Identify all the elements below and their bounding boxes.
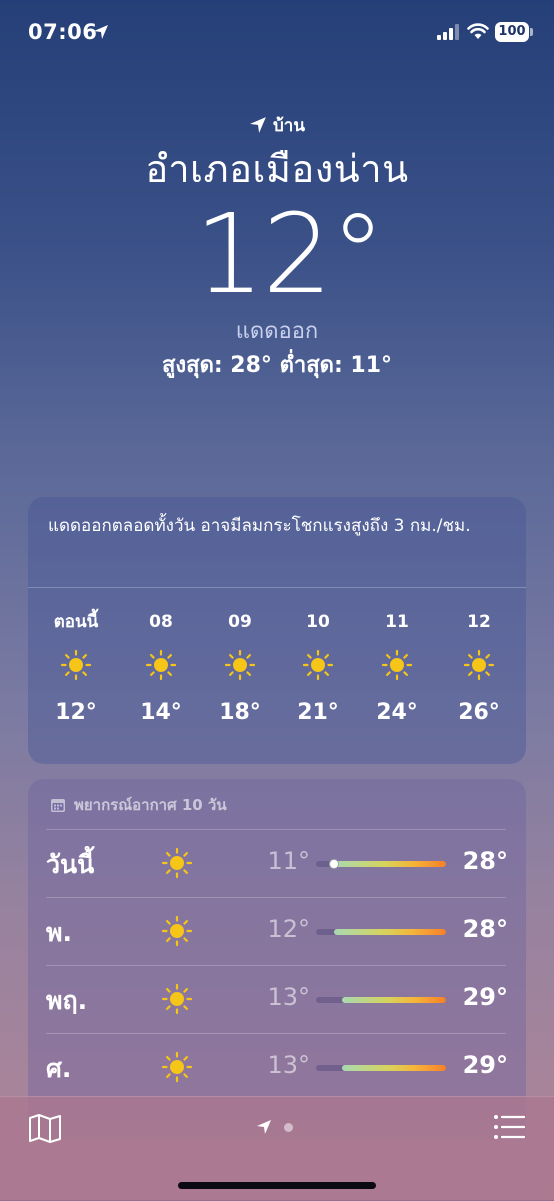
current-temperature: 12° (194, 190, 386, 318)
divider (46, 965, 506, 966)
hour-temperature: 21° (297, 700, 339, 725)
daily-forecast-card[interactable]: พยากรณ์อากาศ 10 วัน วันนี้ 11° 28° พ. 12… (28, 779, 526, 1139)
sun-icon (463, 649, 495, 681)
day-high-temperature: 29° (462, 983, 508, 1011)
daily-forecast-title: พยากรณ์อากาศ 10 วัน (74, 796, 227, 814)
page-indicator[interactable] (256, 1119, 293, 1135)
map-icon[interactable] (28, 1113, 62, 1143)
hourly-forecast-card[interactable]: แดดออกตลอดทั้งวัน อาจมีลมกระโชกแรงสูงถึง… (28, 497, 526, 764)
temperature-range-fill (334, 929, 446, 935)
battery-indicator: 100 (495, 22, 535, 42)
home-location-row: บ้าน (0, 110, 554, 140)
divider (28, 587, 526, 588)
temperature-range-bar (316, 1065, 446, 1071)
location-header: บ้าน อำเภอเมืองน่าน 12° แดดออก สูงสุด: 2… (0, 110, 554, 382)
sun-icon (161, 983, 193, 1015)
hour-temperature: 14° (140, 700, 182, 725)
temperature-range-bar (316, 997, 446, 1003)
hourly-item: 12 26° (444, 607, 514, 731)
status-time: 07:06 (28, 20, 98, 44)
daily-row[interactable]: พ. 12° 28° (28, 897, 526, 965)
sun-icon (224, 649, 256, 681)
hour-temperature: 12° (55, 700, 97, 725)
hour-label: 12 (467, 612, 491, 632)
day-high-temperature: 29° (462, 1051, 508, 1079)
city-name: อำเภอเมืองน่าน (145, 147, 409, 191)
sun-icon (381, 649, 413, 681)
sun-icon (145, 649, 177, 681)
location-arrow-icon (250, 117, 266, 133)
hour-label: ตอนนี้ (53, 612, 99, 632)
battery-level: 100 (495, 22, 529, 42)
day-low-temperature: 13° (267, 1051, 310, 1079)
day-name: วันนี้ (46, 850, 95, 879)
day-name: พฤ. (46, 986, 88, 1015)
divider (46, 1033, 506, 1034)
sun-icon (161, 847, 193, 879)
sun-icon (302, 649, 334, 681)
divider (46, 829, 506, 830)
sun-icon (60, 649, 92, 681)
day-high-temperature: 28° (462, 847, 508, 875)
daily-forecast-header: พยากรณ์อากาศ 10 วัน (50, 793, 227, 817)
sun-icon (161, 1051, 193, 1083)
hour-temperature: 26° (458, 700, 500, 725)
cellular-signal-icon (437, 24, 459, 40)
day-name: ศ. (46, 1054, 72, 1083)
wifi-icon (467, 23, 489, 39)
hourly-item: 09 18° (205, 607, 275, 731)
home-label: บ้าน (273, 115, 305, 136)
temperature-range-fill (334, 861, 446, 867)
divider (46, 897, 506, 898)
home-indicator[interactable] (178, 1182, 376, 1189)
hourly-summary: แดดออกตลอดทั้งวัน อาจมีลมกระโชกแรงสูงถึง… (48, 516, 471, 536)
day-low-temperature: 11° (267, 847, 310, 875)
day-low-temperature: 12° (267, 915, 310, 943)
hourly-item: 08 14° (126, 607, 196, 731)
day-name: พ. (46, 918, 72, 947)
status-bar: 07:06 100 (0, 0, 554, 66)
temperature-range-bar (316, 929, 446, 935)
temperature-range-bar (316, 859, 446, 869)
hour-label: 09 (228, 612, 252, 632)
day-low-temperature: 13° (267, 983, 310, 1011)
sun-icon (161, 915, 193, 947)
location-arrow-icon (257, 1120, 271, 1134)
list-icon[interactable] (493, 1113, 525, 1141)
page-dot (284, 1122, 293, 1132)
location-arrow-icon (94, 25, 108, 39)
hourly-item: 11 24° (362, 607, 432, 731)
daily-row[interactable]: ศ. 13° 29° (28, 1033, 526, 1101)
hour-label: 11 (385, 612, 409, 632)
hourly-item: 10 21° (283, 607, 353, 731)
battery-tip (530, 28, 533, 36)
hour-label: 10 (306, 612, 330, 632)
daily-row[interactable]: วันนี้ 11° 28° (28, 829, 526, 897)
hour-temperature: 24° (376, 700, 418, 725)
hour-label: 08 (149, 612, 173, 632)
current-temperature-marker (329, 859, 340, 869)
calendar-icon (51, 799, 65, 812)
temperature-range-fill (342, 997, 446, 1003)
temperature-range-fill (342, 1065, 446, 1071)
weather-condition: แดดออก (235, 319, 319, 344)
high-low-temperature: สูงสุด: 28° ต่ำสุด: 11° (161, 353, 393, 378)
day-high-temperature: 28° (462, 915, 508, 943)
daily-row[interactable]: พฤ. 13° 29° (28, 965, 526, 1033)
hourly-item: ตอนนี้ 12° (41, 607, 111, 731)
hour-temperature: 18° (219, 700, 261, 725)
